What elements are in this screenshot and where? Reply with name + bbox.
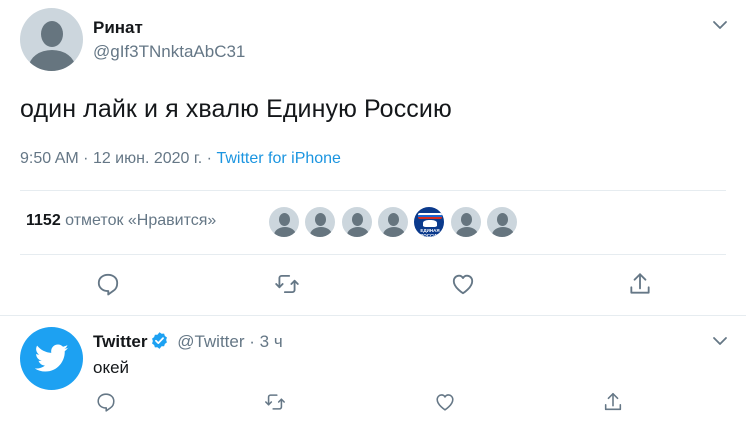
likes-label: отметок «Нравится» — [65, 212, 217, 229]
liker-avatar[interactable] — [450, 206, 482, 238]
liker-avatar[interactable] — [341, 206, 373, 238]
heart-icon[interactable] — [450, 271, 476, 297]
flag-icon — [418, 213, 442, 219]
verified-badge-icon — [152, 332, 168, 349]
liker-avatar[interactable] — [304, 206, 336, 238]
bear-icon — [423, 220, 437, 227]
liker-avatar[interactable] — [486, 206, 518, 238]
twitter-bird-icon — [35, 344, 69, 372]
tweet-source-link[interactable]: Twitter for iPhone — [216, 150, 341, 167]
liker-avatar[interactable] — [377, 206, 409, 238]
share-icon[interactable] — [627, 271, 653, 297]
party-logo-text: ЕДИНАЯ РОССИЯ — [420, 228, 440, 238]
retweet-icon[interactable] — [264, 391, 286, 413]
reply-author-handle[interactable]: @Twitter — [177, 332, 244, 351]
comment-icon[interactable] — [95, 391, 117, 413]
divider — [20, 254, 726, 255]
avatar-body-shape — [29, 50, 75, 71]
tweet-date[interactable]: 12 июн. 2020 г. — [93, 150, 202, 167]
author-name[interactable]: Ринат — [93, 18, 143, 38]
chevron-down-icon[interactable] — [711, 16, 729, 34]
divider — [20, 190, 726, 191]
avatar-head-shape — [41, 21, 63, 47]
meta-separator: · — [83, 150, 89, 167]
reply-text: окей — [93, 358, 130, 377]
divider — [0, 315, 746, 316]
likes-summary[interactable]: 1152 отметок «Нравится» — [26, 212, 216, 230]
liker-avatar[interactable] — [268, 206, 300, 238]
liker-avatar-party-logo[interactable]: ЕДИНАЯ РОССИЯ — [413, 206, 445, 238]
chevron-down-icon[interactable] — [711, 332, 729, 350]
author-handle[interactable]: @gIf3TNnktaAbC31 — [93, 42, 245, 62]
share-icon[interactable] — [602, 391, 624, 413]
tweet-meta: 9:50 AM · 12 июн. 2020 г. · Twitter for … — [20, 150, 341, 168]
tweet-text: один лайк и я хвалю Единую Россию — [20, 95, 452, 123]
likes-count: 1152 — [26, 212, 61, 229]
tweet-time[interactable]: 9:50 AM — [20, 150, 79, 167]
reply-time[interactable]: 3 ч — [260, 332, 283, 351]
meta-separator: · — [206, 150, 212, 167]
comment-icon[interactable] — [95, 271, 121, 297]
heart-icon[interactable] — [434, 391, 456, 413]
author-avatar[interactable] — [20, 8, 83, 71]
reply-author-name[interactable]: Twitter — [93, 332, 147, 351]
retweet-icon[interactable] — [274, 271, 300, 297]
twitter-avatar[interactable] — [20, 327, 83, 390]
reply-header: Twitter @Twitter · 3 ч — [93, 331, 283, 352]
meta-separator: · — [249, 332, 255, 351]
